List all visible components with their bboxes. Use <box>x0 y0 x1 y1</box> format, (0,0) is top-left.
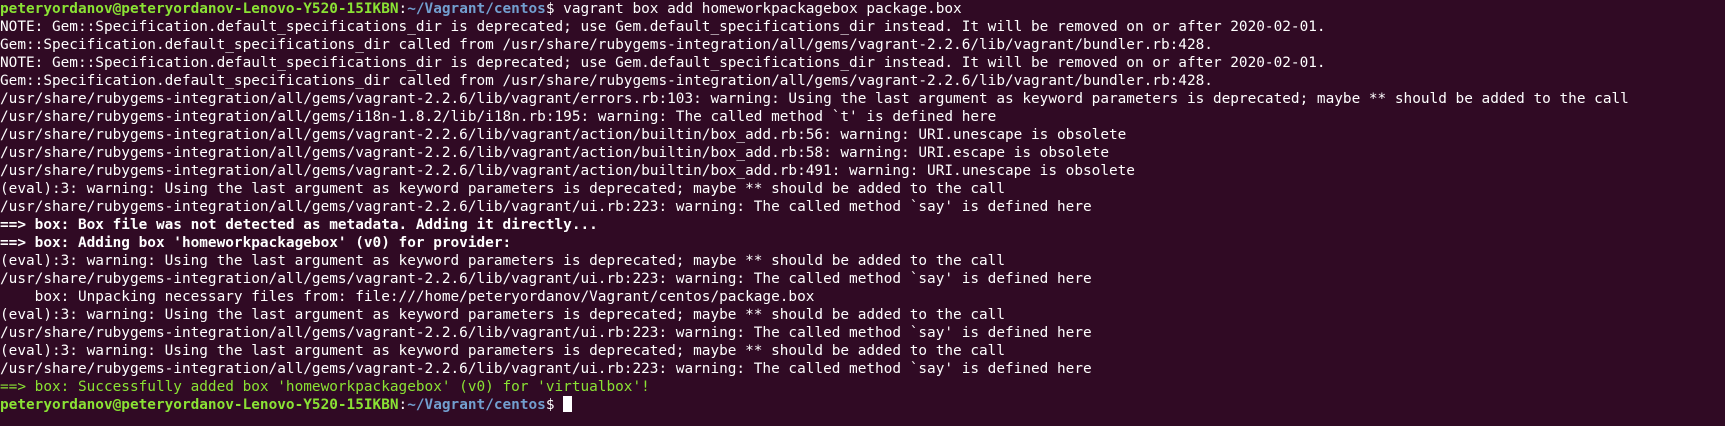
output-line: /usr/share/rubygems-integration/all/gems… <box>0 199 1092 215</box>
prompt-colon: : <box>398 397 408 413</box>
prompt-colon: : <box>398 1 408 17</box>
output-line: /usr/share/rubygems-integration/all/gems… <box>0 109 997 125</box>
output-line: (eval):3: warning: Using the last argume… <box>0 181 1006 197</box>
output-line: ==> box: Successfully added box 'homewor… <box>0 379 650 395</box>
output-line: /usr/share/rubygems-integration/all/gems… <box>0 127 1127 143</box>
output-line: /usr/share/rubygems-integration/all/gems… <box>0 91 1629 107</box>
output-line: /usr/share/rubygems-integration/all/gems… <box>0 325 1092 341</box>
output-line: ==> box: Box file was not detected as me… <box>0 217 598 233</box>
output-line: NOTE: Gem::Specification.default_specifi… <box>0 19 1326 35</box>
prompt-dollar: $ <box>545 397 564 413</box>
output-line: NOTE: Gem::Specification.default_specifi… <box>0 55 1326 71</box>
output-line: (eval):3: warning: Using the last argume… <box>0 307 1006 323</box>
output-line: box: Unpacking necessary files from: fil… <box>0 289 815 305</box>
output-line: /usr/share/rubygems-integration/all/gems… <box>0 361 1092 377</box>
prompt-path: ~/Vagrant/centos <box>407 397 546 413</box>
prompt-path: ~/Vagrant/centos <box>407 1 546 17</box>
prompt-user-host: peteryordanov@peteryordanov-Lenovo-Y520-… <box>0 397 399 413</box>
output-line: /usr/share/rubygems-integration/all/gems… <box>0 145 1109 161</box>
terminal-output: NOTE: Gem::Specification.default_specifi… <box>0 18 1725 396</box>
command-text: vagrant box add homeworkpackagebox packa… <box>563 1 962 17</box>
output-line: Gem::Specification.default_specification… <box>0 37 1213 53</box>
prompt-dollar: $ <box>545 1 564 17</box>
output-line: (eval):3: warning: Using the last argume… <box>0 343 1006 359</box>
output-line: ==> box: Adding box 'homeworkpackagebox'… <box>0 235 512 251</box>
terminal-window[interactable]: peteryordanov@peteryordanov-Lenovo-Y520-… <box>0 0 1725 426</box>
output-line: Gem::Specification.default_specification… <box>0 73 1213 89</box>
output-line: /usr/share/rubygems-integration/all/gems… <box>0 271 1092 287</box>
active-prompt-line[interactable]: peteryordanov@peteryordanov-Lenovo-Y520-… <box>0 396 1725 414</box>
command-line: peteryordanov@peteryordanov-Lenovo-Y520-… <box>0 0 1725 18</box>
prompt-user-host: peteryordanov@peteryordanov-Lenovo-Y520-… <box>0 1 399 17</box>
output-line: /usr/share/rubygems-integration/all/gems… <box>0 163 1135 179</box>
output-line: (eval):3: warning: Using the last argume… <box>0 253 1006 269</box>
text-cursor[interactable] <box>563 396 573 412</box>
